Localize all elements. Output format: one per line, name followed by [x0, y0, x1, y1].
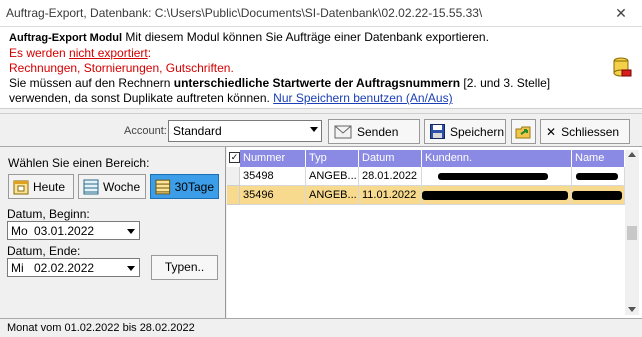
start-weekday: Mo — [11, 224, 28, 238]
end-date-label: Datum, Ende: — [7, 244, 81, 258]
redaction-bar — [572, 191, 622, 200]
account-label: Account: — [124, 125, 167, 137]
not-exported-prefix: Es werden — [9, 46, 70, 60]
status-text: Monat vom 01.02.2022 bis 28.02.2022 — [7, 322, 195, 334]
info-line-3: Rechnungen, Stornierungen, Gutschriften. — [9, 61, 234, 75]
start-date-label: Datum, Beginn: — [7, 207, 90, 221]
cell-name — [572, 167, 625, 186]
select-all-checkbox[interactable]: ✓ — [229, 152, 240, 163]
range-30days-label: 30Tage — [174, 179, 214, 194]
send-button[interactable]: Senden — [328, 119, 420, 144]
redaction-bar — [438, 173, 548, 180]
info-line-1: Auftrag-Export Modul Mit diesem Modul kö… — [9, 30, 633, 46]
row-indicator[interactable] — [227, 167, 240, 186]
column-header-datum[interactable]: Datum — [359, 150, 422, 167]
range-week-button[interactable]: Woche — [78, 174, 146, 199]
range-today-button[interactable]: Heute — [8, 174, 74, 199]
title-bar: Auftrag-Export, Datenbank: C:\Users\Publ… — [0, 0, 642, 27]
save-only-toggle-link[interactable]: Nur Speichern benutzen (An/Aus) — [273, 91, 452, 105]
scroll-thumb[interactable] — [627, 226, 637, 240]
column-header-kundennr[interactable]: Kundenn. — [422, 150, 572, 167]
status-bar: Monat vom 01.02.2022 bis 28.02.2022 — [0, 318, 642, 337]
cell-kundennr — [422, 167, 572, 186]
info-panel: Auftrag-Export Modul Mit diesem Modul kö… — [0, 27, 642, 109]
chevron-down-icon — [127, 229, 135, 234]
cell-name — [572, 186, 625, 205]
start-date-value: 03.01.2022 — [34, 224, 95, 238]
folder-arrow-icon — [515, 126, 531, 138]
window-title: Auftrag-Export, Datenbank: C:\Users\Publ… — [6, 6, 483, 20]
start-values-bold: unterschiedliche Startwerte der Auftrags… — [173, 76, 461, 90]
redaction-bar — [422, 191, 568, 200]
column-header-typ[interactable]: Typ — [306, 150, 359, 167]
floppy-disk-icon — [430, 124, 445, 139]
not-exported-text: nicht exportiert — [69, 46, 148, 60]
chevron-down-icon — [127, 266, 135, 271]
redaction-bar — [576, 173, 618, 180]
cell-nummer: 35496 — [240, 186, 306, 205]
grid-scrollbar[interactable] — [625, 150, 639, 315]
cell-typ: ANGEB... — [306, 186, 359, 205]
account-value: Standard — [173, 124, 222, 138]
range-week-label: Woche — [103, 179, 141, 194]
column-header-nummer[interactable]: Nummer — [240, 150, 306, 167]
close-window-icon[interactable]: ✕ — [600, 0, 642, 27]
database-icon — [613, 57, 632, 77]
row-indicator[interactable] — [227, 186, 240, 205]
scroll-down-arrow-icon[interactable] — [628, 307, 636, 312]
module-name: Auftrag-Export Modul — [9, 32, 123, 44]
range-today-label: Heute — [33, 179, 66, 194]
cell-kundennr — [422, 186, 572, 205]
send-label: Senden — [357, 124, 399, 139]
info-line-5: verwenden, da sonst Duplikate auftreten … — [9, 91, 633, 106]
table-row[interactable]: 35498 ANGEB... 28.01.2022 — [240, 167, 625, 186]
range-panel: Wählen Sie einen Bereich: Heute Woche 30… — [0, 147, 226, 318]
calendar-week-icon — [83, 179, 99, 194]
not-exported-suffix: : — [147, 46, 152, 60]
start-values-prefix: Sie müssen auf den Rechnern — [9, 76, 174, 90]
toolbar: Account: Standard Senden Speichern ✕ Sch… — [0, 113, 642, 147]
save-button[interactable]: Speichern — [424, 119, 506, 144]
close-button[interactable]: ✕ Schliessen — [540, 119, 630, 144]
scroll-up-arrow-icon[interactable] — [628, 152, 636, 157]
save-label: Speichern — [450, 124, 505, 139]
chevron-down-icon — [310, 127, 318, 132]
calendar-day-icon — [13, 180, 29, 194]
duplicates-text: verwenden, da sonst Duplikate auftreten … — [9, 91, 274, 105]
envelope-icon — [334, 125, 352, 138]
cell-nummer: 35498 — [240, 167, 306, 186]
cell-datum: 11.01.2022 — [359, 186, 422, 205]
close-label: Schliessen — [561, 124, 620, 139]
start-values-suffix: [2. und 3. Stelle] — [460, 76, 551, 90]
end-weekday: Mi — [11, 261, 24, 275]
end-date-picker[interactable]: Mi 02.02.2022 — [7, 258, 140, 277]
module-description: Mit diesem Modul können Sie Aufträge ein… — [125, 30, 489, 44]
cell-datum: 28.01.2022 — [359, 167, 422, 186]
cell-typ: ANGEB... — [306, 167, 359, 186]
start-date-picker[interactable]: Mo 03.01.2022 — [7, 221, 140, 240]
column-header-name[interactable]: Name — [572, 150, 625, 167]
end-date-value: 02.02.2022 — [34, 261, 95, 275]
orders-grid: ✓ Nummer Typ Datum Kundenn. Name 35498 A… — [227, 147, 642, 318]
info-line-4: Sie müssen auf den Rechnern unterschiedl… — [9, 76, 633, 91]
table-row[interactable]: 35496 ANGEB... 11.01.2022 — [240, 186, 625, 205]
range-30days-button[interactable]: 30Tage — [150, 174, 219, 199]
export-folder-button[interactable] — [511, 119, 536, 144]
account-select[interactable]: Standard — [168, 120, 322, 142]
info-line-2: Es werden nicht exportiert: — [9, 46, 633, 61]
range-heading: Wählen Sie einen Bereich: — [8, 156, 150, 170]
close-x-icon: ✕ — [546, 124, 557, 139]
types-button[interactable]: Typen.. — [151, 255, 218, 280]
calendar-month-icon — [155, 179, 171, 194]
